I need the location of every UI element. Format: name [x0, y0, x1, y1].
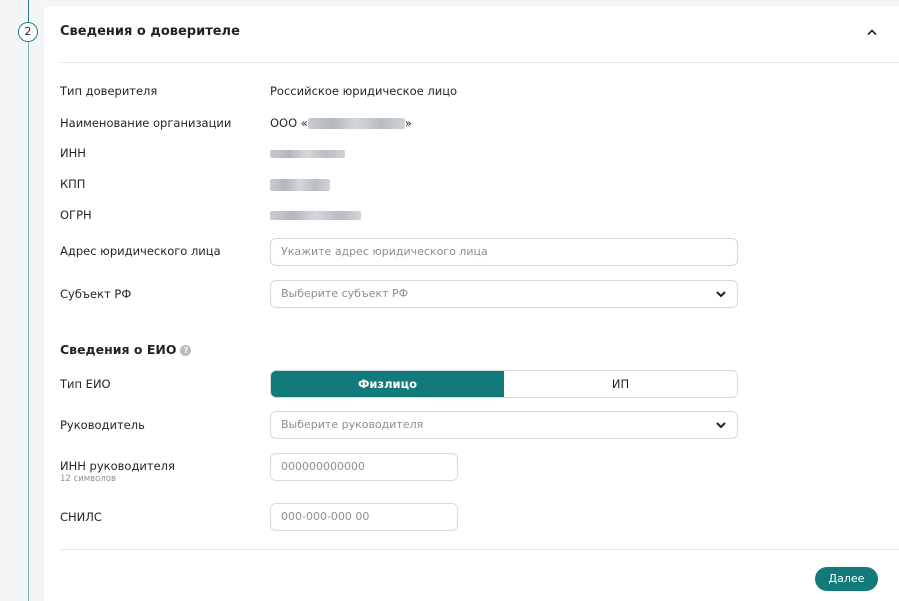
region-label: Субъект РФ — [60, 287, 132, 301]
region-select-value: Выберите субъект РФ — [281, 287, 409, 300]
eio-type-label: Тип ЕИО — [60, 377, 111, 391]
head-inn-input[interactable]: 000000000000 — [270, 453, 458, 481]
ogrn-redacted — [270, 211, 361, 220]
eio-type-option-individual[interactable]: Физлицо — [271, 371, 504, 397]
org-name-value: ООО « » — [270, 116, 412, 130]
chevron-down-icon — [716, 422, 726, 428]
next-button[interactable]: Далее — [815, 567, 878, 591]
stepper-line — [28, 0, 29, 601]
step-number-badge: 2 — [18, 22, 38, 42]
org-name-suffix: » — [404, 116, 412, 130]
principal-info-card: Сведения о доверителе Тип доверителя Рос… — [44, 6, 899, 601]
footer-divider — [60, 549, 899, 550]
head-label: Руководитель — [60, 418, 145, 432]
inn-value — [270, 146, 345, 160]
snils-input[interactable]: 000-000-000 00 — [270, 503, 458, 531]
snils-label: СНИЛС — [60, 510, 102, 524]
inn-redacted — [270, 149, 345, 158]
section-title: Сведения о доверителе — [60, 24, 240, 39]
kpp-label: КПП — [60, 177, 86, 191]
chevron-up-icon[interactable] — [865, 25, 879, 39]
inn-label: ИНН — [60, 146, 86, 160]
eio-title-text: Сведения о ЕИО — [60, 342, 177, 357]
head-inn-label: ИНН руководителя — [60, 459, 175, 473]
region-select[interactable]: Выберите субъект РФ — [270, 280, 738, 308]
ogrn-label: ОГРН — [60, 208, 92, 222]
section-header[interactable]: Сведения о доверителе — [60, 6, 899, 63]
principal-type-label: Тип доверителя — [60, 84, 158, 98]
head-select[interactable]: Выберите руководителя — [270, 411, 738, 439]
question-circle-icon[interactable]: ? — [180, 345, 192, 356]
org-name-prefix: ООО « — [270, 116, 308, 130]
eio-section-title: Сведения о ЕИО? — [60, 342, 192, 357]
head-select-value: Выберите руководителя — [281, 418, 424, 431]
org-name-redacted — [307, 118, 405, 129]
kpp-redacted — [270, 178, 330, 191]
eio-type-option-entrepreneur[interactable]: ИП — [504, 371, 737, 397]
address-input[interactable]: Укажите адрес юридического лица — [270, 238, 738, 266]
eio-type-toggle[interactable]: Физлицо ИП — [270, 370, 738, 398]
principal-type-value: Российское юридическое лицо — [270, 84, 458, 98]
head-inn-hint: 12 символов — [60, 474, 116, 484]
kpp-value — [270, 177, 330, 191]
chevron-down-icon — [716, 291, 726, 297]
org-name-label: Наименование организации — [60, 116, 232, 130]
ogrn-value — [270, 208, 361, 222]
stepper-line-active — [28, 0, 29, 22]
address-label: Адрес юридического лица — [60, 244, 221, 258]
